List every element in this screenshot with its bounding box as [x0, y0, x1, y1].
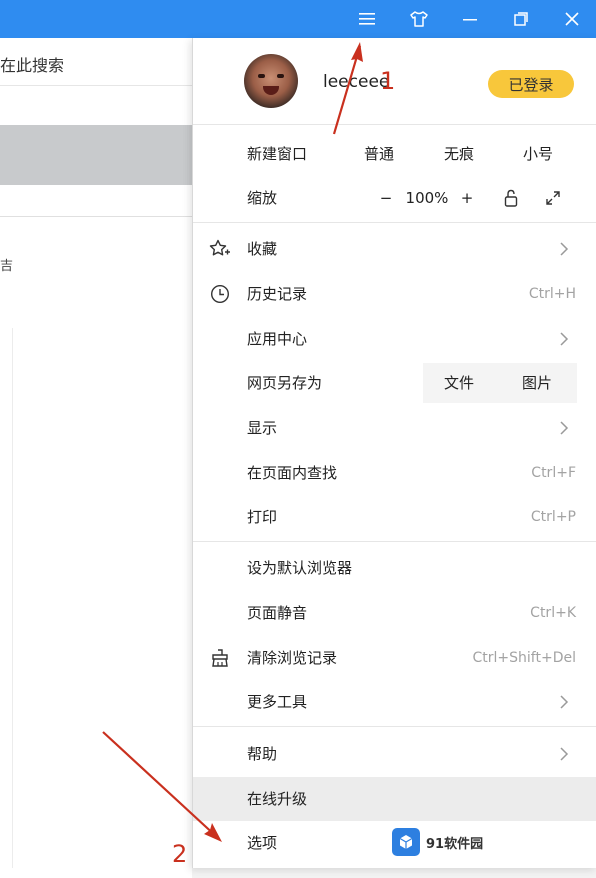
annotation-arrows	[102, 42, 363, 842]
cube-icon	[392, 828, 420, 856]
logo-text: 91软件园	[426, 836, 484, 852]
annotation-label-1: 1	[380, 67, 396, 95]
annotation-arrow-2	[102, 731, 222, 842]
annotation-label-2: 2	[172, 840, 188, 868]
site-logo: 91软件园	[390, 822, 486, 862]
annotation-arrow-1	[332, 42, 363, 135]
